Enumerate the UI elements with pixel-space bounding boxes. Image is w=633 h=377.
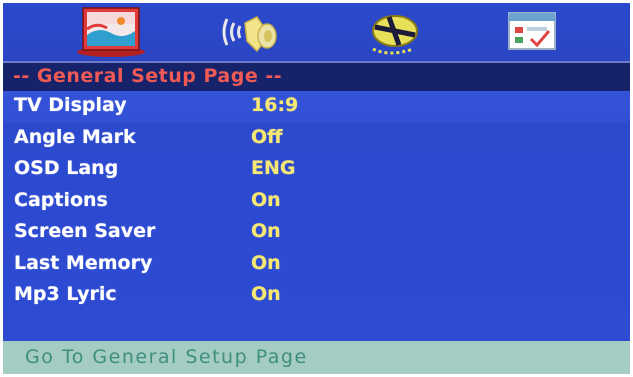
- menu-item-label: Angle Mark: [14, 125, 136, 148]
- menu-item-label: OSD Lang: [14, 157, 119, 179]
- menu-item-label: Mp3 Lyric: [14, 283, 117, 305]
- preferences-icon[interactable]: [497, 5, 569, 59]
- menu-item-value: On: [251, 283, 281, 305]
- menu-item-captions[interactable]: Captions On: [3, 186, 630, 218]
- page-title: -- General Setup Page --: [13, 65, 283, 87]
- menu-item-label: Captions: [14, 188, 108, 211]
- page-title-strip: -- General Setup Page --: [3, 61, 630, 92]
- menu-item-value: On: [251, 188, 281, 211]
- menu-item-value: 16:9: [251, 94, 299, 116]
- menu-item-tv-display[interactable]: TV Display 16:9: [3, 91, 630, 123]
- general-setup-icon[interactable]: [75, 5, 147, 59]
- menu-item-mp3-lyric[interactable]: Mp3 Lyric On: [3, 280, 630, 312]
- audio-setup-icon[interactable]: [217, 5, 289, 59]
- menu-item-angle-mark[interactable]: Angle Mark Off: [3, 123, 630, 155]
- video-setup-icon[interactable]: [359, 5, 431, 59]
- menu-item-value: On: [251, 220, 281, 242]
- menu-item-label: Screen Saver: [14, 220, 156, 242]
- menu-item-last-memory[interactable]: Last Memory On: [3, 249, 630, 281]
- menu-item-value: On: [251, 251, 281, 274]
- menu-item-osd-lang[interactable]: OSD Lang ENG: [3, 154, 630, 186]
- menu-item-value: ENG: [251, 157, 296, 179]
- menu-item-value: Off: [251, 125, 283, 148]
- menu-item-label: TV Display: [14, 94, 127, 116]
- menu-item-label: Last Memory: [14, 251, 153, 274]
- settings-list: TV Display 16:9 Angle Mark Off OSD Lang …: [3, 91, 630, 312]
- menu-item-screen-saver[interactable]: Screen Saver On: [3, 217, 630, 249]
- category-icon-bar: [3, 3, 630, 61]
- osd-screen: -- General Setup Page -- TV Display 16:9…: [3, 3, 630, 374]
- status-bar: Go To General Setup Page: [3, 341, 630, 374]
- status-text: Go To General Setup Page: [25, 346, 308, 368]
